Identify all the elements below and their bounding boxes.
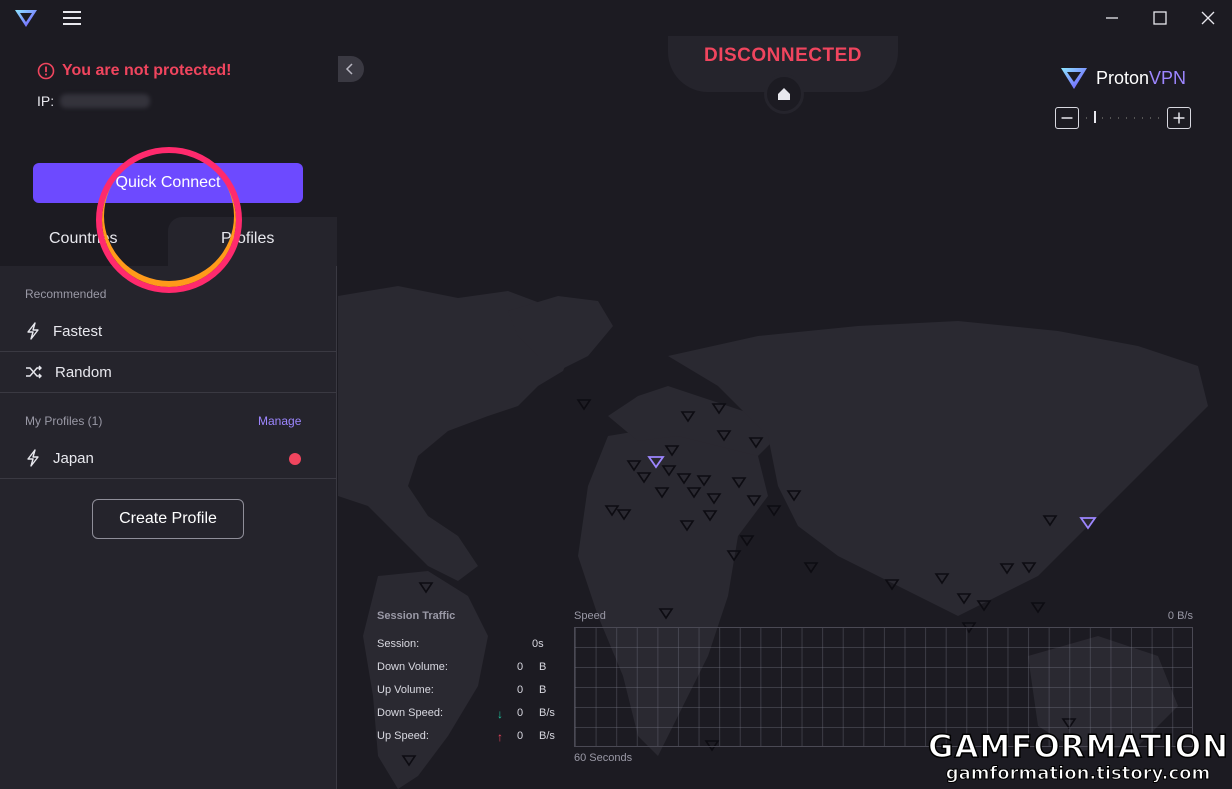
connection-status: DISCONNECTED: [703, 45, 862, 66]
watermark-title: GAMFORMATION: [927, 728, 1230, 766]
brand-logo: ProtonVPN: [1060, 66, 1186, 90]
traffic-row-up-volume: Up Volume: 0 B: [377, 684, 547, 696]
sidebar: You are not protected! IP: Quick Connect…: [0, 36, 337, 789]
home-icon: [778, 88, 790, 100]
bolt-icon: [27, 449, 39, 467]
zoom-slider-track[interactable]: [1086, 117, 1164, 119]
speed-label: Speed: [574, 610, 606, 622]
profile-item-random[interactable]: Random: [0, 352, 336, 393]
zoom-slider-thumb[interactable]: [1094, 111, 1096, 123]
traffic-title: Session Traffic: [377, 610, 456, 622]
map-area[interactable]: DISCONNECTED ProtonVPN Session Traffic S…: [338, 36, 1232, 789]
recommended-heading: Recommended: [25, 287, 107, 301]
menu-icon[interactable]: [63, 11, 81, 25]
watermark: GAMFORMATION gamformation.tistory.com: [927, 728, 1230, 785]
protonvpn-logo-icon: [1061, 68, 1087, 89]
tab-countries[interactable]: Countries: [49, 230, 117, 248]
ip-display: IP:: [37, 93, 151, 109]
collapse-sidebar-button[interactable]: [338, 56, 364, 82]
traffic-row-up-speed: Up Speed: ↑ 0 B/s: [377, 730, 555, 744]
traffic-row-session: Session: 0s: [377, 638, 544, 650]
zoom-out-button[interactable]: [1055, 107, 1079, 129]
title-bar: [0, 0, 1232, 36]
warning-banner: You are not protected!: [37, 62, 232, 80]
connection-panel: You are not protected! IP: Quick Connect…: [0, 36, 337, 266]
traffic-row-down-volume: Down Volume: 0 B: [377, 661, 547, 673]
maximize-icon[interactable]: [1146, 6, 1174, 30]
quick-connect-button[interactable]: Quick Connect: [33, 163, 303, 203]
protonvpn-logo-icon: [15, 10, 37, 27]
ip-value-blurred: [60, 94, 151, 108]
profile-color-dot: [289, 453, 301, 465]
arrow-down-icon: ↓: [497, 707, 503, 721]
brand-text: ProtonVPN: [1096, 67, 1187, 88]
minimize-icon[interactable]: [1098, 6, 1126, 30]
chevron-left-icon: [345, 63, 353, 75]
watermark-url: gamformation.tistory.com: [945, 763, 1211, 785]
profile-item-fastest[interactable]: Fastest: [0, 311, 336, 352]
speed-window-label: 60 Seconds: [574, 752, 633, 764]
shuffle-icon: [26, 365, 42, 379]
my-profiles-heading: My Profiles (1): [25, 414, 103, 428]
ip-label: IP:: [37, 93, 55, 109]
zoom-in-button[interactable]: [1167, 107, 1191, 129]
home-button[interactable]: [764, 74, 804, 114]
close-icon[interactable]: [1194, 6, 1222, 30]
arrow-up-icon: ↑: [497, 730, 503, 744]
profile-label: Random: [55, 363, 112, 381]
profile-item-japan[interactable]: Japan: [0, 438, 336, 479]
profile-label: Japan: [53, 449, 94, 467]
bolt-icon: [27, 322, 39, 340]
south-america-shape: [363, 571, 488, 789]
profile-label: Fastest: [53, 322, 103, 340]
manage-profiles-link[interactable]: Manage: [258, 414, 301, 428]
traffic-row-down-speed: Down Speed: ↓ 0 B/s: [377, 707, 555, 721]
speed-value: 0 B/s: [1167, 610, 1193, 622]
tab-profiles[interactable]: Profiles: [221, 230, 274, 248]
create-profile-button[interactable]: Create Profile: [92, 499, 244, 539]
warning-icon: [37, 62, 55, 80]
warning-text: You are not protected!: [62, 62, 232, 79]
